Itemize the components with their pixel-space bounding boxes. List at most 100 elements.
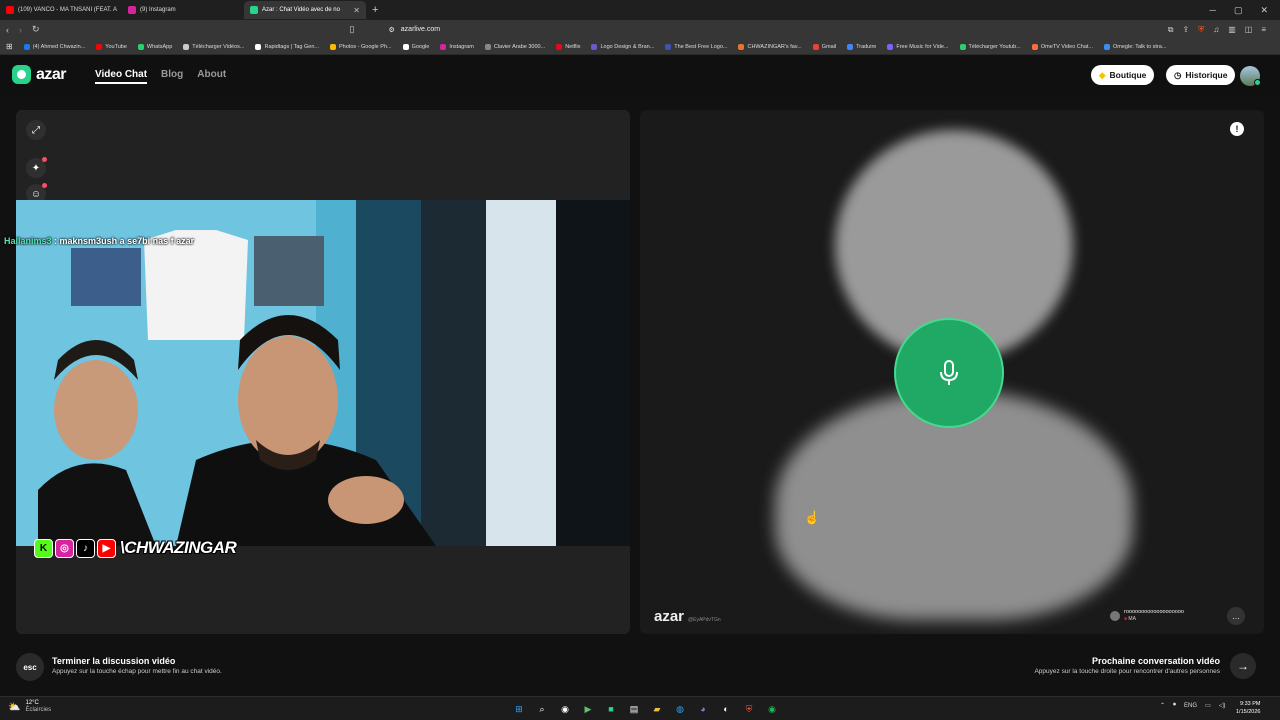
chevron-up-icon[interactable]: ⌃ [1160, 702, 1165, 709]
bookmark-item[interactable]: Free Music for Vide... [887, 43, 949, 50]
url-text: azarlive.com [400, 26, 441, 33]
youtube-icon [96, 43, 103, 50]
music-icon[interactable]: ♫ [1213, 25, 1219, 35]
language-indicator[interactable]: ENG [1184, 703, 1197, 709]
tab-title: Azar : Chat Vidéo avec de no [262, 7, 340, 13]
bookmark-item[interactable]: (4) Ahmed Chwazin... [23, 43, 85, 50]
address-toolbar: ‹ › ↻ ▯ ⚙ azarlive.com ⧉ ⇪ ⛨ ♫ ▥ ◫ ≡ [0, 20, 1280, 39]
bookmark-label: Logo Design & Bran... [600, 43, 655, 50]
bookmark-item[interactable]: Télécharger Vidéos... [183, 43, 245, 50]
bookmark-item[interactable]: Netflix [556, 43, 580, 50]
bookmark-item[interactable]: Logo Design & Bran... [591, 43, 655, 50]
bookmark-item[interactable]: Rapidtags | Tag Gen... [255, 43, 319, 50]
search-icon[interactable]: ⌕ [533, 700, 551, 718]
tab-instagram[interactable]: (9) Instagram [122, 1, 244, 19]
partner-name: rooooooooooooooooooo [1124, 609, 1184, 615]
bookmark-label: Télécharger Vidéos... [192, 43, 245, 50]
media-player-icon[interactable]: ▶ [579, 700, 597, 718]
folder-icon[interactable]: ▰ [648, 700, 666, 718]
discord-icon[interactable]: ◕ [694, 700, 712, 718]
windows-taskbar: ⛅ 12°C Éclaircies ⊞ ⌕ ◉ ▶ ■ ▤ ▰ ◍ ◕ ◐ ⛨ … [0, 696, 1280, 720]
brave-shield-icon[interactable]: ⛨ [1198, 25, 1204, 35]
sidebar-icon[interactable]: ▥ [1228, 25, 1236, 35]
tab-azar[interactable]: Azar : Chat Vidéo avec de no ✕ [244, 1, 366, 19]
bookmark-item[interactable]: Télécharger Youtub... [959, 43, 1021, 50]
next-chat-button[interactable]: → [1230, 653, 1256, 679]
history-label: Historique [1185, 70, 1228, 80]
bookmark-item[interactable]: Google [402, 43, 429, 50]
tab-youtube[interactable]: (109) VANCO - MA TNSANI (FEAT. A [0, 1, 122, 19]
whatsapp-icon [137, 43, 144, 50]
bookmark-icon[interactable]: ▯ [350, 24, 355, 35]
watermark-logo: azar [654, 608, 685, 625]
network-icon[interactable]: ▭ [1205, 702, 1211, 709]
volume-icon[interactable]: ◁) [1219, 702, 1226, 709]
mic-tray-icon[interactable]: ⏺ [1173, 702, 1176, 709]
wallet-icon[interactable]: ◫ [1245, 25, 1253, 35]
spotify-icon[interactable]: ◉ [763, 700, 781, 718]
shop-button[interactable]: ◆ Boutique [1091, 65, 1155, 85]
bookmark-item[interactable]: WhatsApp [137, 43, 173, 50]
logo-design-icon [591, 43, 598, 50]
expand-icon[interactable]: ⤢ [26, 120, 46, 140]
notification-dot [42, 157, 47, 162]
bookmark-item[interactable]: Clavier Arabe 3000... [484, 43, 545, 50]
bookmark-label: WhatsApp [146, 43, 173, 50]
forward-icon[interactable]: › [19, 25, 22, 35]
bookmark-item[interactable]: The Best Free Logo... [665, 43, 727, 50]
ometv-icon [1031, 43, 1038, 50]
maximize-icon[interactable]: ▢ [1234, 5, 1243, 16]
new-tab-button[interactable]: + [372, 4, 378, 16]
apps-icon[interactable]: ⊞ [6, 42, 13, 51]
bookmark-item[interactable]: YouTube [96, 43, 127, 50]
nav-blog[interactable]: Blog [161, 69, 183, 84]
system-tray: ⌃ ⏺ ENG ▭ ◁) [1160, 702, 1225, 709]
arrow-right-icon: → [1237, 659, 1249, 673]
windows-start-icon[interactable]: ⊞ [510, 700, 528, 718]
instagram-icon [128, 6, 136, 14]
menu-icon[interactable]: ≡ [1261, 25, 1266, 35]
editor-icon[interactable]: ■ [602, 700, 620, 718]
chrome-icon[interactable]: ◉ [556, 700, 574, 718]
kick-icon: K [34, 538, 53, 558]
esc-button[interactable]: esc [16, 653, 44, 681]
nav-about[interactable]: About [197, 69, 226, 84]
share-icon[interactable]: ⇪ [1183, 25, 1190, 35]
close-tab-icon[interactable]: ✕ [353, 6, 360, 15]
azar-logo[interactable]: azar [12, 65, 67, 84]
bookmark-item[interactable]: Traduire [847, 43, 876, 50]
url-field[interactable]: ⚙ azarlive.com [389, 22, 919, 37]
instagram-icon: ◎ [55, 538, 74, 558]
nav-video-chat[interactable]: Video Chat [95, 69, 148, 84]
minimize-icon[interactable]: ─ [1210, 5, 1216, 16]
tag-icon [255, 43, 262, 50]
avatar[interactable] [1240, 66, 1261, 86]
webcam-scene [16, 200, 630, 546]
site-info-icon[interactable]: ⚙ [389, 26, 395, 34]
steam-icon[interactable]: ◐ [717, 700, 735, 718]
bookmark-item[interactable]: OmeTV Video Chat... [1031, 43, 1093, 50]
extensions-icon[interactable]: ⧉ [1168, 25, 1174, 35]
brave-icon[interactable]: ⛨ [740, 700, 758, 718]
browser-tab-bar: (109) VANCO - MA TNSANI (FEAT. A (9) Ins… [0, 0, 1280, 20]
weather-widget[interactable]: ⛅ 12°C Éclaircies [8, 700, 51, 714]
partner-video-panel: ! ☝ azar @EyAPdvTGn rooooooooooooooooooo… [640, 110, 1264, 634]
microphone-button[interactable] [894, 318, 1004, 428]
bookmark-item[interactable]: Gmail [812, 43, 836, 50]
bookmark-item[interactable]: Instagram [440, 43, 474, 50]
partner-info[interactable]: rooooooooooooooooooo ■ MA [1110, 609, 1184, 622]
history-button[interactable]: ◷ Historique [1166, 65, 1236, 85]
close-window-icon[interactable]: ✕ [1260, 5, 1268, 16]
chat-bubble-button[interactable]: … [1227, 607, 1245, 625]
bookmark-item[interactable]: Omegle: Talk to stra... [1104, 43, 1166, 50]
whatsapp-desktop-icon[interactable]: ◍ [671, 700, 689, 718]
app-icon[interactable]: ▤ [625, 700, 643, 718]
bookmark-item[interactable]: Photos - Google Ph... [330, 43, 392, 50]
magic-wand-icon[interactable]: ✦ [26, 157, 47, 178]
omegle-icon [1104, 43, 1111, 50]
report-icon[interactable]: ! [1230, 122, 1244, 136]
back-icon[interactable]: ‹ [6, 25, 9, 35]
taskbar-clock[interactable]: 9:33 PM 1/15/2026 [1236, 700, 1260, 716]
bookmark-item[interactable]: CHWAZINGAR's fav... [738, 43, 802, 50]
reload-icon[interactable]: ↻ [32, 24, 40, 35]
